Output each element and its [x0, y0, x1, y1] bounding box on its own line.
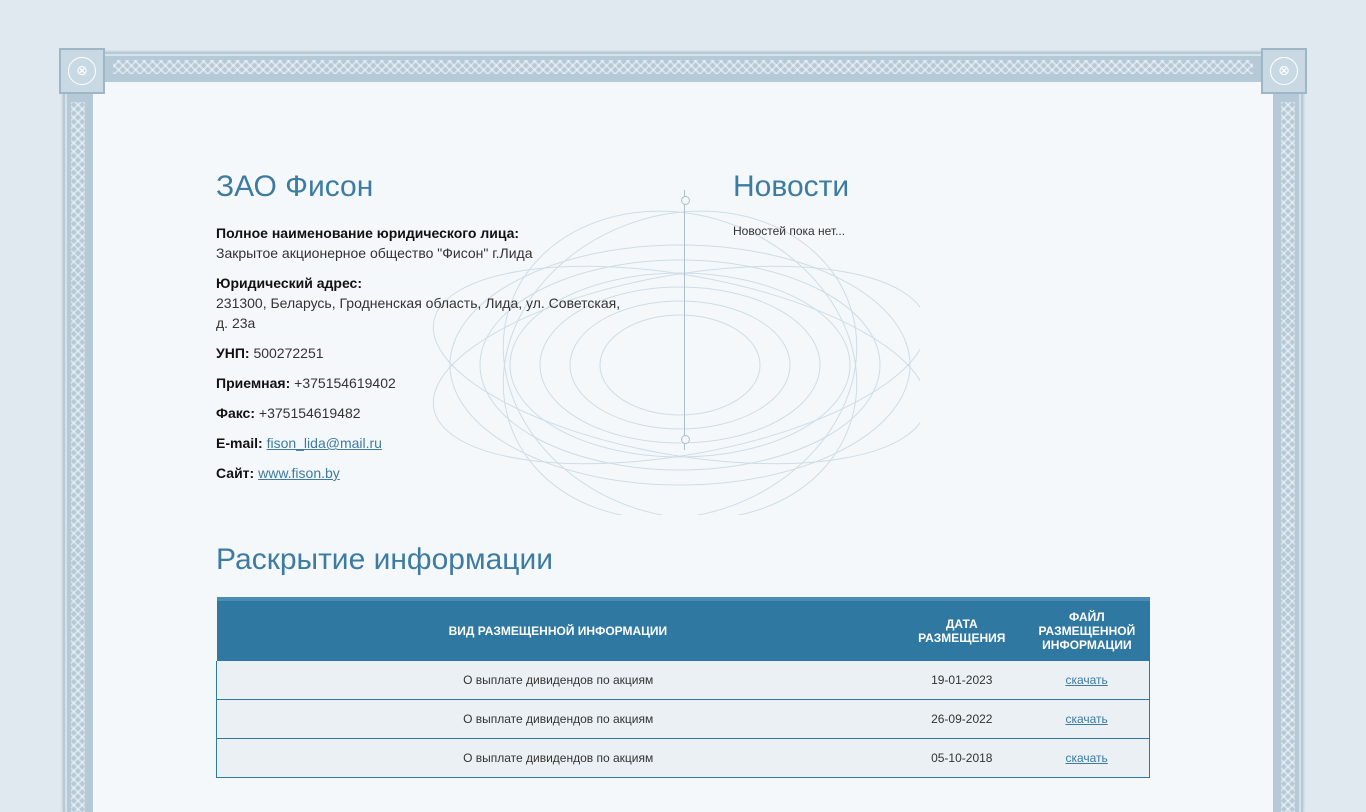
row-file-cell: скачать	[1024, 699, 1151, 739]
reception-label: Приемная:	[216, 375, 291, 391]
unp-label: УНП:	[216, 345, 250, 361]
download-link[interactable]: скачать	[1065, 712, 1107, 726]
table-row: О выплате дивидендов по акциям 05-10-201…	[216, 738, 1151, 778]
frame-ornament-right	[1281, 102, 1295, 812]
row-date: 26-09-2022	[899, 699, 1025, 739]
column-divider	[681, 190, 690, 450]
site-label: Сайт:	[216, 465, 255, 481]
row-type: О выплате дивидендов по акциям	[216, 661, 900, 700]
news-section: Новости Новостей пока нет...	[733, 168, 1133, 238]
column-header-file: ФАЙЛ РАЗМЕЩЕННОЙ ИНФОРМАЦИИ	[1024, 597, 1150, 661]
column-header-date: ДАТА РАЗМЕЩЕНИЯ	[899, 597, 1025, 661]
company-info: ЗАО Фисон Полное наименование юридическо…	[216, 168, 636, 493]
full-name-value: Закрытое акционерное общество "Фисон" г.…	[216, 245, 533, 261]
table-row: О выплате дивидендов по акциям 19-01-202…	[216, 661, 1151, 700]
reception-value: +375154619402	[294, 375, 396, 391]
full-name-label: Полное наименование юридического лица:	[216, 225, 520, 241]
full-name-field: Полное наименование юридического лица: З…	[216, 223, 636, 263]
fax-field: Факс: +375154619482	[216, 403, 636, 423]
reception-field: Приемная: +375154619402	[216, 373, 636, 393]
fax-label: Факс:	[216, 405, 256, 421]
corner-rosette-icon: ⊗	[59, 48, 105, 94]
unp-value: 500272251	[253, 345, 324, 361]
row-date: 19-01-2023	[899, 661, 1025, 700]
row-type: О выплате дивидендов по акциям	[216, 738, 900, 778]
address-label: Юридический адрес:	[216, 275, 362, 291]
frame-ornament-left	[71, 102, 85, 812]
row-type: О выплате дивидендов по акциям	[216, 699, 900, 739]
unp-field: УНП: 500272251	[216, 343, 636, 363]
company-title: ЗАО Фисон	[216, 170, 374, 203]
table-row: О выплате дивидендов по акциям 26-09-202…	[216, 699, 1151, 739]
row-file-cell: скачать	[1024, 738, 1151, 778]
news-empty-text: Новостей пока нет...	[733, 224, 846, 238]
download-link[interactable]: скачать	[1065, 751, 1107, 765]
email-label: E-mail:	[216, 435, 263, 451]
site-field: Сайт: www.fison.by	[216, 463, 636, 483]
site-link[interactable]: www.fison.by	[258, 465, 340, 481]
corner-rosette-icon: ⊗	[1261, 48, 1307, 94]
email-link[interactable]: fison_lida@mail.ru	[267, 435, 382, 451]
column-header-type: ВИД РАЗМЕЩЕННОЙ ИНФОРМАЦИИ	[216, 597, 900, 661]
news-title: Новости	[733, 170, 850, 203]
email-field: E-mail: fison_lida@mail.ru	[216, 433, 636, 453]
table-header-row: ВИД РАЗМЕЩЕННОЙ ИНФОРМАЦИИ ДАТА РАЗМЕЩЕН…	[216, 597, 1150, 661]
frame-ornament-top	[113, 60, 1253, 74]
address-field: Юридический адрес: 231300, Беларусь, Гро…	[216, 273, 636, 333]
row-date: 05-10-2018	[899, 738, 1025, 778]
address-value: 231300, Беларусь, Гродненская область, Л…	[216, 295, 621, 331]
row-file-cell: скачать	[1024, 661, 1151, 700]
download-link[interactable]: скачать	[1065, 673, 1107, 687]
company-details: Полное наименование юридического лица: З…	[216, 223, 636, 483]
disclosure-table: ВИД РАЗМЕЩЕННОЙ ИНФОРМАЦИИ ДАТА РАЗМЕЩЕН…	[216, 597, 1151, 778]
fax-value: +375154619482	[258, 405, 361, 421]
disclosure-title: Раскрытие информации	[216, 543, 553, 576]
